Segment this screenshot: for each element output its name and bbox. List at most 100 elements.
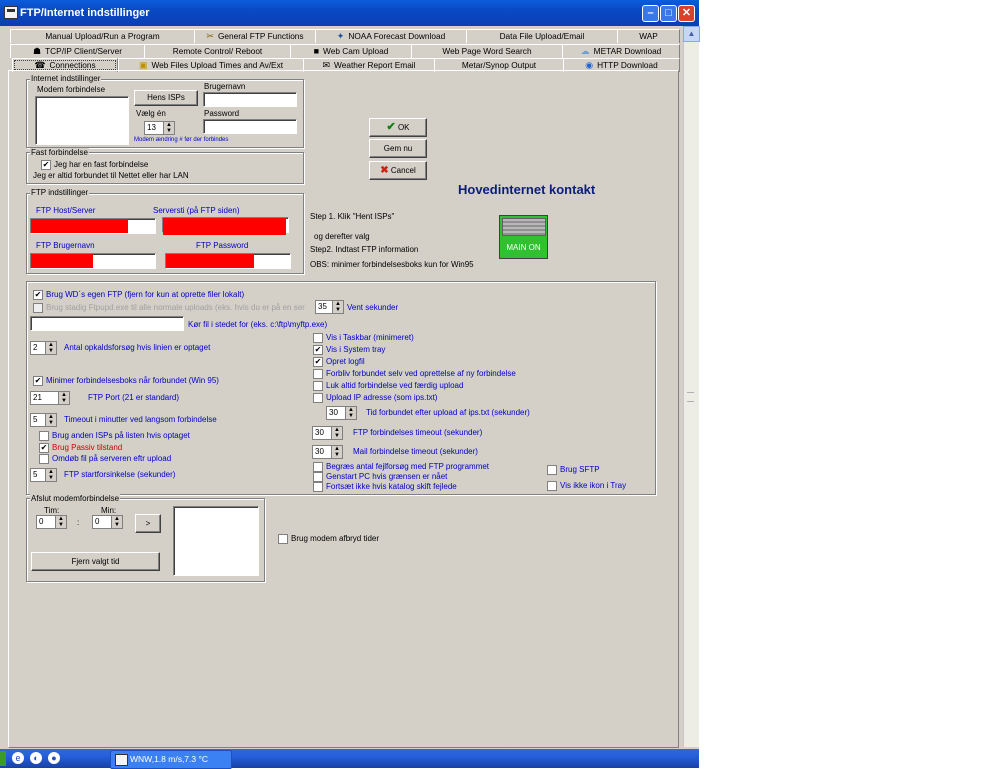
upload-ip-label: Upload IP adresse (som ips.txt) bbox=[326, 393, 438, 402]
title-bar[interactable]: FTP/Internet indstillinger – □ ✕ bbox=[0, 0, 699, 26]
tab-wap[interactable]: WAP bbox=[617, 29, 680, 43]
ftpupd-checkbox[interactable] bbox=[33, 303, 43, 313]
ftp-host-input[interactable] bbox=[30, 218, 156, 234]
upload-ip-checkbox[interactable] bbox=[313, 393, 323, 403]
rename-label: Omdøb fil på serveren eftr upload bbox=[52, 454, 172, 463]
rename-checkbox[interactable] bbox=[39, 454, 49, 464]
retries-spinner[interactable]: 2 ▲ ▼ bbox=[30, 341, 57, 355]
start-delay-spinner[interactable]: 5 ▲ ▼ bbox=[30, 468, 57, 482]
ftp-password-label: FTP Password bbox=[196, 241, 249, 250]
ie-icon[interactable]: e bbox=[12, 752, 24, 764]
scroll-grip[interactable] bbox=[687, 392, 694, 402]
tab-web-cam[interactable]: ■ Web Cam Upload bbox=[290, 44, 412, 58]
hour-spinner[interactable]: 0 ▲ ▼ bbox=[36, 515, 67, 529]
no-tray-icon-checkbox[interactable] bbox=[547, 481, 557, 491]
step1-text: Step 1. Klik "Hent ISPs" bbox=[310, 212, 395, 221]
window-title: FTP/Internet indstillinger bbox=[20, 7, 150, 19]
serversti-input[interactable] bbox=[162, 217, 289, 235]
run-file-label: Kør fil i stedet for (eks. c:\ftp\myftp.… bbox=[188, 320, 328, 329]
ok-button[interactable]: ✔ OK bbox=[369, 118, 427, 137]
other-isps-checkbox[interactable] bbox=[39, 431, 49, 441]
modem-list[interactable] bbox=[35, 96, 129, 145]
tab-general-ftp[interactable]: ✂ General FTP Functions bbox=[194, 29, 316, 43]
media-icon[interactable]: ● bbox=[48, 752, 60, 764]
systray-checkbox[interactable]: ✔ bbox=[313, 345, 323, 355]
vaelg-en-label: Vælg én bbox=[136, 109, 166, 118]
taskbar-weather-item[interactable]: WNW,1.8 m/s,7.3 °C bbox=[110, 750, 232, 769]
ftp-port-spinner[interactable]: 21 ▲ ▼ bbox=[30, 391, 70, 405]
browser-icon[interactable]: ◐ bbox=[30, 752, 42, 764]
step2-text: Step2. Indtast FTP information bbox=[310, 245, 419, 254]
run-file-input[interactable] bbox=[30, 316, 184, 331]
logfile-checkbox[interactable]: ✔ bbox=[313, 357, 323, 367]
no-tray-icon-label: Vis ikke ikon i Tray bbox=[560, 481, 627, 490]
x-icon: ✖ bbox=[380, 165, 389, 176]
scroll-up-button[interactable]: ▲ bbox=[683, 26, 700, 42]
hour-label: Tim: bbox=[44, 506, 60, 515]
passive-mode-checkbox[interactable]: ✔ bbox=[39, 443, 49, 453]
passive-mode-label: Brug Passiv tilstand bbox=[52, 443, 123, 452]
no-continue-checkbox[interactable] bbox=[313, 482, 323, 492]
minute-spinner[interactable]: 0 ▲ ▼ bbox=[92, 515, 123, 529]
minimize-checkbox[interactable]: ✔ bbox=[33, 376, 43, 386]
ftpupd-label: Brug stadig Ftpupd.exe til alle normale … bbox=[46, 303, 305, 312]
sftp-checkbox[interactable] bbox=[547, 465, 557, 475]
fast-connection-checkbox[interactable]: ✔ bbox=[41, 160, 51, 170]
tab-noaa-forecast[interactable]: ✦ NOAA Forecast Download bbox=[315, 29, 467, 43]
save-now-button[interactable]: Gem nu bbox=[369, 139, 427, 158]
taskbar-checkbox[interactable] bbox=[313, 333, 323, 343]
ftp-timeout-label: FTP forbindelses timeout (sekunder) bbox=[353, 428, 483, 437]
ftp-username-label: FTP Brugernavn bbox=[36, 241, 95, 250]
mail-timeout-spinner[interactable]: 30 ▲ ▼ bbox=[312, 445, 343, 459]
other-isps-label: Brug anden ISPs på listen hvis optaget bbox=[52, 431, 190, 440]
time-separator: : bbox=[77, 518, 80, 527]
cancel-button[interactable]: ✖ Cancel bbox=[369, 161, 427, 180]
tab-data-file-upload[interactable]: Data File Upload/Email bbox=[466, 29, 618, 43]
ftp-password-input[interactable] bbox=[165, 253, 291, 269]
tab-tcpip[interactable]: ☗ TCP/IP Client/Server bbox=[10, 44, 145, 58]
ftp-timeout-spinner[interactable]: 30 ▲ ▼ bbox=[312, 426, 343, 440]
tab-row-2: ☗ TCP/IP Client/Server Remote Control/ Re… bbox=[10, 44, 680, 58]
sftp-label: Brug SFTP bbox=[560, 465, 600, 474]
timeout-label: Timeout i minutter ved langsom forbindel… bbox=[64, 415, 217, 424]
vertical-scrollbar[interactable] bbox=[683, 26, 699, 747]
obs-text: OBS: minimer forbindelsesboks kun for Wi… bbox=[310, 260, 474, 269]
hangup-times-list[interactable] bbox=[173, 506, 259, 576]
add-time-button[interactable]: > bbox=[135, 514, 161, 533]
limit-retries-checkbox[interactable] bbox=[313, 462, 323, 472]
tab-remote-control[interactable]: Remote Control/ Reboot bbox=[144, 44, 291, 58]
stay-connected-checkbox[interactable] bbox=[313, 369, 323, 379]
ip-time-label: Tid forbundet efter upload af ips.txt (s… bbox=[366, 408, 530, 417]
start-button-edge[interactable] bbox=[0, 751, 6, 766]
modem-select-spinner[interactable]: 13 ▲ ▼ bbox=[144, 121, 175, 135]
restart-pc-label: Genstart PC hvis grænsen er nået bbox=[326, 472, 448, 481]
minimize-button[interactable]: – bbox=[642, 5, 659, 22]
close-button[interactable]: ✕ bbox=[678, 5, 695, 22]
minute-label: Min: bbox=[101, 506, 117, 515]
wd-ftp-checkbox[interactable]: ✔ bbox=[33, 290, 43, 300]
restart-pc-checkbox[interactable] bbox=[313, 472, 323, 482]
maximize-button[interactable]: □ bbox=[660, 5, 677, 22]
start-delay-label: FTP startforsinkelse (sekunder) bbox=[64, 470, 176, 479]
minimize-label: Minimer forbindelsesboks når forbundet (… bbox=[46, 376, 219, 385]
brugernavn-input[interactable] bbox=[203, 92, 297, 107]
use-hangup-times-label: Brug modem afbryd tider bbox=[291, 534, 380, 543]
vent-spinner[interactable]: 35 ▲ ▼ bbox=[315, 300, 344, 314]
fast-connection-legend: Fast forbindelse bbox=[30, 148, 89, 157]
internet-settings-legend: Internet indstillinger bbox=[30, 74, 102, 83]
delete-time-button[interactable]: Fjern valgt tid bbox=[31, 552, 160, 571]
tab-manual-upload[interactable]: Manual Upload/Run a Program bbox=[10, 29, 195, 43]
ip-time-spinner[interactable]: 30 ▲ ▼ bbox=[326, 406, 357, 420]
timeout-spinner[interactable]: 5 ▲ ▼ bbox=[30, 413, 57, 427]
ftp-username-input[interactable] bbox=[30, 253, 156, 269]
tab-web-page-search[interactable]: Web Page Word Search bbox=[411, 44, 563, 58]
satellite-icon: ✦ bbox=[336, 31, 345, 41]
always-close-checkbox[interactable] bbox=[313, 381, 323, 391]
password-input[interactable] bbox=[203, 119, 297, 134]
main-on-switch[interactable]: MAIN ON bbox=[499, 215, 548, 259]
use-hangup-times-checkbox[interactable] bbox=[278, 534, 288, 544]
tools-icon: ✂ bbox=[206, 31, 214, 41]
fast-connection-label: Jeg har en fast forbindelse bbox=[54, 160, 149, 169]
tab-metar-download[interactable]: ☁ METAR Download bbox=[562, 44, 680, 58]
hent-isps-button[interactable]: Hens ISPs bbox=[134, 90, 198, 106]
